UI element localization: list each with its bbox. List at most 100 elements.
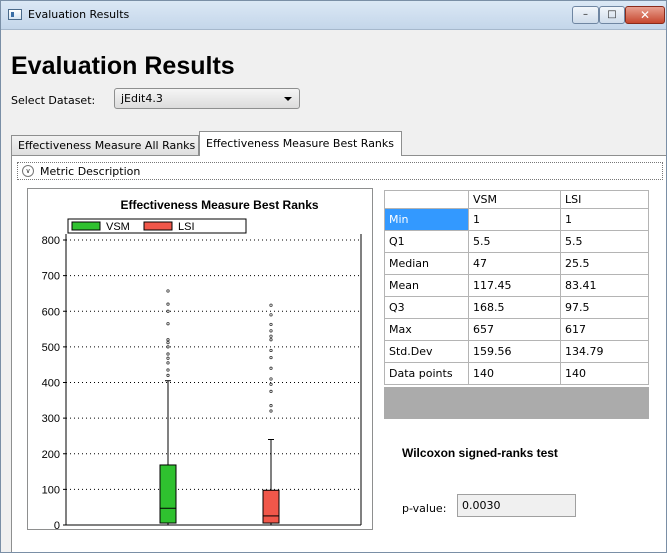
tab-best-ranks[interactable]: Effectiveness Measure Best Ranks [199,131,402,156]
vsm-outlier [166,322,170,326]
lsi-outlier [269,355,273,360]
y-tick-label: 800 [42,235,60,247]
page-title: Evaluation Results [11,52,235,80]
vsm-outlier [166,302,170,306]
vsm-outlier [166,345,170,349]
app-window: Evaluation Results – □ ✕ Evaluation Resu… [0,0,667,553]
lsi-outlier [269,313,273,317]
table-cell[interactable]: 117.45 [468,274,561,297]
lsi-outlier [269,409,273,413]
y-tick-label: 500 [42,342,60,354]
y-tick-label: 700 [42,271,60,283]
minimize-icon: – [583,9,588,20]
table-cell[interactable]: 47 [468,252,561,275]
lsi-outlier [269,366,273,370]
boxplot-chart: Effectiveness Measure Best Ranks 0 100 200 3… [27,188,373,530]
legend-label-vsm: VSM [106,221,130,233]
table-row[interactable]: Median 47 25.5 [384,252,649,275]
pvalue-label: p-value: [402,502,447,515]
pvalue-field[interactable]: 0.0030 [457,494,576,517]
table-cell[interactable]: Min [384,208,469,231]
table-cell[interactable]: 657 [468,318,561,341]
table-header-lsi: LSI [560,190,649,209]
table-cell[interactable]: 140 [560,362,649,385]
table-cell[interactable]: 1 [468,208,561,231]
table-empty-area [384,387,649,419]
close-button[interactable]: ✕ [625,6,665,24]
dataset-selected-value: jEdit4.3 [121,92,163,105]
y-tick-label: 200 [42,449,60,461]
table-cell[interactable]: 140 [468,362,561,385]
y-tick-label: 400 [42,378,60,390]
table-cell[interactable]: 168.5 [468,296,561,319]
expand-chevron-icon[interactable]: ∨ [22,165,34,177]
lsi-outlier [269,334,273,338]
lsi-outlier [269,389,273,394]
lsi-outlier [269,348,273,353]
lsi-outlier [269,303,273,307]
table-cell[interactable]: 5.5 [560,230,649,253]
table-cell[interactable]: Max [384,318,469,341]
vsm-box [159,464,177,524]
table-cell[interactable]: 134.79 [560,340,649,363]
table-row[interactable]: Std.Dev 159.56 134.79 [384,340,649,363]
table-cell[interactable]: 5.5 [468,230,561,253]
table-cell[interactable]: Std.Dev [384,340,469,363]
table-cell[interactable]: Data points [384,362,469,385]
chart-title: Effectiveness Measure Best Ranks [120,198,318,212]
table-row[interactable]: Mean 117.45 83.41 [384,274,649,297]
vsm-outlier [166,289,170,293]
table-cell[interactable]: 1 [560,208,649,231]
table-header-cell [384,190,469,209]
table-cell[interactable]: Q3 [384,296,469,319]
legend-swatch-vsm [71,221,101,231]
stats-table: VSM LSI Min 1 1 Q1 5.5 5.5 Median 47 25.… [384,190,649,385]
table-header-vsm: VSM [468,190,561,209]
wilcoxon-title: Wilcoxon signed-ranks test [402,446,558,460]
title-bar[interactable]: Evaluation Results – □ ✕ [1,1,666,30]
table-header-row: VSM LSI [384,190,649,209]
table-row[interactable]: Min 1 1 [384,208,649,231]
table-cell[interactable]: 83.41 [560,274,649,297]
table-cell[interactable]: 159.56 [468,340,561,363]
vsm-outlier [166,341,170,345]
table-row[interactable]: Max 657 617 [384,318,649,341]
vsm-outlier [166,338,170,342]
close-icon: ✕ [639,8,651,22]
maximize-button[interactable]: □ [599,6,625,24]
vsm-outlier [166,368,170,372]
vsm-outlier [166,373,170,377]
table-cell[interactable]: Mean [384,274,469,297]
table-cell[interactable]: 97.5 [560,296,649,319]
table-row[interactable]: Q1 5.5 5.5 [384,230,649,253]
lsi-outlier [269,338,273,342]
legend-swatch-lsi [143,221,173,231]
maximize-icon: □ [607,9,617,20]
vsm-outlier [166,352,170,356]
app-window-icon [8,9,22,20]
table-cell[interactable]: Q1 [384,230,469,253]
minimize-button[interactable]: – [572,6,599,24]
lsi-outlier [269,322,273,327]
lsi-outlier [269,329,273,333]
y-tick-label: 300 [42,413,60,425]
lsi-box [262,489,280,524]
table-cell[interactable]: 25.5 [560,252,649,275]
vsm-outlier [166,309,170,313]
tab-all-ranks[interactable]: Effectiveness Measure All Ranks [11,135,199,155]
window-title: Evaluation Results [28,8,130,21]
dataset-label: Select Dataset: [11,94,96,107]
vsm-outlier [166,356,170,360]
y-tick-label: 0 [54,520,60,529]
y-tick-label: 600 [42,306,60,318]
dataset-select[interactable]: jEdit4.3 [114,88,300,109]
vsm-outlier [166,361,170,365]
metric-description-expander[interactable]: ∨ Metric Description [17,162,663,180]
table-cell[interactable]: 617 [560,318,649,341]
table-row[interactable]: Q3 168.5 97.5 [384,296,649,319]
table-row[interactable]: Data points 140 140 [384,362,649,385]
table-cell[interactable]: Median [384,252,469,275]
expander-label: Metric Description [40,165,141,178]
lsi-outlier [269,377,273,381]
legend-label-lsi: LSI [178,221,195,233]
